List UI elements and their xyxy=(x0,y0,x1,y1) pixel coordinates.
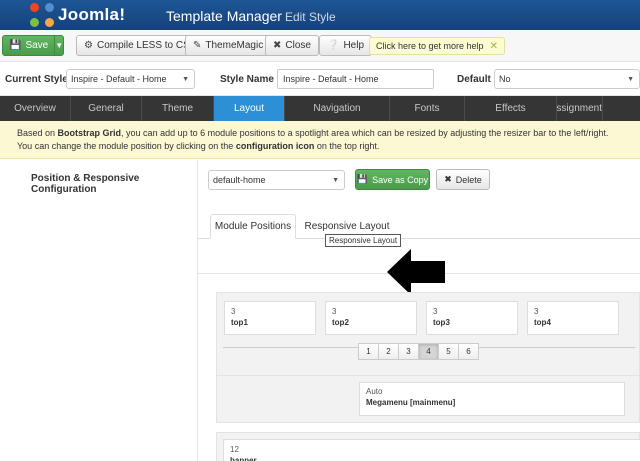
megamenu-area: Auto Megamenu [mainmenu] xyxy=(216,375,640,423)
page-title-text: Template Manager xyxy=(166,8,282,24)
module-count-pager: 1 2 3 4 5 6 xyxy=(358,343,479,360)
responsive-layout-tooltip: Responsive Layout xyxy=(325,234,402,247)
style-row: Current Style Inspire - Default - Home ▼… xyxy=(0,62,640,96)
module-name: banner xyxy=(230,456,257,461)
help-hint-text: Click here to get more help xyxy=(376,41,484,51)
spotlight-area: 3 top1 3 top2 3 top3 3 top4 1 2 3 4 5 6 xyxy=(216,292,640,382)
default-select[interactable]: No ▼ xyxy=(494,69,640,89)
module-name: top1 xyxy=(231,318,248,327)
module-size: 12 xyxy=(230,445,239,454)
tab-general[interactable]: General xyxy=(71,96,142,121)
module-position-megamenu[interactable]: Auto Megamenu [mainmenu] xyxy=(359,382,625,416)
chevron-down-icon: ▼ xyxy=(332,177,339,184)
module-size: 3 xyxy=(332,307,337,316)
save-button[interactable]: 💾 Save ▼ xyxy=(2,35,64,56)
tab-effects[interactable]: Effects xyxy=(465,96,557,121)
default-label: Default xyxy=(457,74,491,85)
tab-fonts[interactable]: Fonts xyxy=(390,96,465,121)
subtabs: Module Positions Responsive Layout Respo… xyxy=(198,212,640,295)
current-style-label: Current Style xyxy=(5,74,68,85)
pager-item-6[interactable]: 6 xyxy=(458,343,479,360)
page-title: Template Manager Edit Style xyxy=(166,8,336,24)
module-size: 3 xyxy=(231,307,236,316)
thememagic-label: ThemeMagic xyxy=(205,40,264,51)
info-line-2: You can change the module position by cl… xyxy=(17,141,380,151)
delete-label: Delete xyxy=(455,174,482,185)
save-dropdown-caret-icon[interactable]: ▼ xyxy=(55,41,63,50)
tab-module-positions[interactable]: Module Positions xyxy=(210,214,296,239)
info-line-1: Based on Bootstrap Grid, you can add up … xyxy=(17,128,609,138)
pager-item-1[interactable]: 1 xyxy=(358,343,379,360)
main-tabs: Overview General Theme Layout Navigation… xyxy=(0,96,640,121)
header-bar: Joomla! Template Manager Edit Style xyxy=(0,0,640,30)
module-position[interactable]: 3 top3 xyxy=(426,301,518,335)
current-style-select[interactable]: Inspire - Default - Home ▼ xyxy=(66,69,195,89)
compile-less-label: Compile LESS to CSS xyxy=(96,40,197,51)
module-position[interactable]: 3 top4 xyxy=(527,301,619,335)
save-as-copy-button[interactable]: 💾 Save as Copy xyxy=(355,169,430,190)
pager-item-3[interactable]: 3 xyxy=(398,343,419,360)
layout-select[interactable]: default-home ▼ xyxy=(208,170,345,190)
layout-select-value: default-home xyxy=(213,175,266,185)
layout-panel: default-home ▼ 💾 Save as Copy ✖ Delete Mod… xyxy=(198,160,640,461)
save-icon: 💾 xyxy=(356,174,369,184)
joomla-logo-icon xyxy=(30,3,54,27)
module-name: top4 xyxy=(534,318,551,327)
style-name-input[interactable]: Inspire - Default - Home xyxy=(277,69,434,89)
info-message: Based on Bootstrap Grid, you can add up … xyxy=(0,121,640,159)
tab-overview[interactable]: Overview xyxy=(0,96,71,121)
module-size: 3 xyxy=(534,307,539,316)
default-value: No xyxy=(499,74,511,84)
module-position[interactable]: 3 top2 xyxy=(325,301,417,335)
module-size: Auto xyxy=(366,387,383,396)
tab-assignment[interactable]: Assignment xyxy=(557,96,603,121)
magic-icon: ✎ xyxy=(193,40,202,51)
close-button[interactable]: ✖ Close xyxy=(265,35,319,56)
config-label-column: Position & Responsive Configuration xyxy=(0,160,198,461)
info-bootstrap-grid: Bootstrap Grid xyxy=(57,128,122,138)
tab-theme[interactable]: Theme xyxy=(142,96,214,121)
save-icon: 💾 xyxy=(9,40,22,51)
page-subtitle: Edit Style xyxy=(284,10,336,24)
module-position-banner[interactable]: 12 banner xyxy=(223,439,640,461)
position-responsive-label: Position & Responsive Configuration xyxy=(31,173,140,195)
module-name: top2 xyxy=(332,318,349,327)
pointer-arrow-icon xyxy=(387,249,445,295)
help-icon: ❔ xyxy=(327,40,340,51)
save-label: Save xyxy=(25,40,49,51)
delete-button[interactable]: ✖ Delete xyxy=(436,169,490,190)
banner-area: 12 banner xyxy=(216,432,640,461)
tab-layout[interactable]: Layout xyxy=(214,96,285,121)
brand-name: Joomla! xyxy=(58,5,126,24)
tab-navigation[interactable]: Navigation xyxy=(285,96,390,121)
hint-close-icon[interactable]: ✕ xyxy=(490,41,498,52)
info-configuration-icon: configuration icon xyxy=(235,141,315,151)
help-label: Help xyxy=(343,40,365,51)
module-name: top3 xyxy=(433,318,450,327)
module-position[interactable]: 3 top1 xyxy=(224,301,316,335)
current-style-value: Inspire - Default - Home xyxy=(71,74,167,84)
save-as-copy-label: Save as Copy xyxy=(372,174,429,185)
joomla-logo[interactable]: Joomla! xyxy=(30,3,125,27)
close-icon: ✖ xyxy=(273,40,282,51)
help-hint[interactable]: Click here to get more help ✕ xyxy=(369,37,505,55)
chevron-down-icon: ▼ xyxy=(627,76,634,83)
thememagic-button[interactable]: ✎ ThemeMagic xyxy=(185,35,272,56)
delete-icon: ✖ xyxy=(444,174,452,184)
style-name-label: Style Name * xyxy=(220,74,281,85)
chevron-down-icon: ▼ xyxy=(182,76,189,83)
toolbar: 💾 Save ▼ ⚙ Compile LESS to CSS ✎ ThemeMagic… xyxy=(0,30,640,62)
help-button[interactable]: ❔ Help xyxy=(319,35,373,56)
pager-item-5[interactable]: 5 xyxy=(438,343,459,360)
close-label: Close xyxy=(285,40,311,51)
module-name: Megamenu [mainmenu] xyxy=(366,398,456,407)
pager-item-4[interactable]: 4 xyxy=(418,343,439,360)
module-size: 3 xyxy=(433,307,438,316)
cog-icon: ⚙ xyxy=(84,40,93,51)
pager-item-2[interactable]: 2 xyxy=(378,343,399,360)
